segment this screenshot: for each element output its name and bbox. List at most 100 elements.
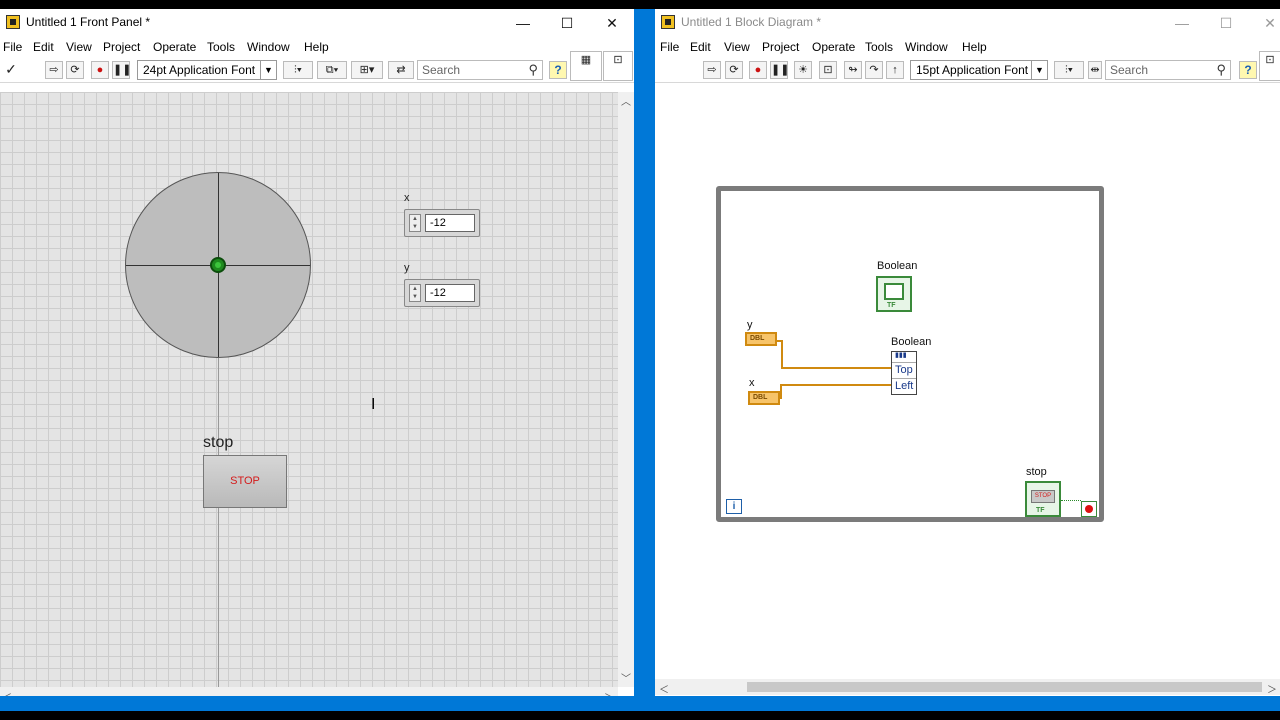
y-numeric-control[interactable]: ▲ ▼ -12 [404, 279, 480, 307]
property-left[interactable]: Left [892, 378, 916, 394]
boolean-indicator-label: Boolean [877, 260, 918, 272]
y-value-field[interactable]: -12 [425, 284, 475, 302]
retain-wire-values-icon[interactable]: ⊡ [819, 61, 837, 79]
menu-view[interactable]: View [724, 40, 750, 54]
x-increment-icon[interactable]: ▲ ▼ [409, 214, 421, 232]
ibeam-cursor-icon: I [371, 396, 376, 413]
stop-button[interactable]: STOP [203, 455, 287, 508]
front-panel-toolbar: ✓ ⇨ ⟳ ● ❚❚ 24pt Application Font ▼ ⫶▾ ⧉▾… [0, 51, 634, 83]
menu-help[interactable]: Help [304, 40, 329, 54]
checkmark-icon[interactable]: ✓ [2, 61, 20, 79]
run-continuously-icon[interactable]: ⟳ [66, 61, 84, 79]
y-increment-icon[interactable]: ▲ ▼ [409, 284, 421, 302]
front-panel-vertical-scrollbar[interactable]: ︿ ﹀ [618, 92, 634, 687]
block-diagram-horizontal-scrollbar[interactable]: ＜ ＞ [655, 679, 1280, 696]
connector-pane-icon[interactable]: ▦ [570, 51, 602, 81]
menu-operate[interactable]: Operate [153, 40, 196, 54]
menu-edit[interactable]: Edit [33, 40, 54, 54]
menu-project[interactable]: Project [103, 40, 140, 54]
x-wire-segment[interactable] [780, 384, 891, 386]
y-dbl-terminal[interactable]: DBL [745, 332, 777, 346]
font-select-value: 15pt Application Font [916, 63, 1029, 77]
close-button[interactable]: ✕ [1255, 12, 1280, 34]
menu-window[interactable]: Window [905, 40, 948, 54]
align-objects-icon[interactable]: ⫶▾ [283, 61, 313, 79]
front-panel-horizontal-scrollbar[interactable]: ＜ ＞ [0, 687, 618, 696]
while-loop-structure[interactable]: Boolean TF y DBL x DBL Boolean ▮▮▮ Top L… [716, 186, 1104, 522]
step-into-icon[interactable]: ↬ [844, 61, 862, 79]
menu-operate[interactable]: Operate [812, 40, 855, 54]
abort-icon[interactable]: ● [749, 61, 767, 79]
front-panel-titlebar[interactable]: Untitled 1 Front Panel * — ☐ ✕ [0, 9, 634, 37]
x-value-field[interactable]: -12 [425, 214, 475, 232]
block-diagram-titlebar[interactable]: Untitled 1 Block Diagram * — ☐ ✕ [655, 9, 1280, 37]
align-objects-icon[interactable]: ⫶▾ [1054, 61, 1084, 79]
scroll-up-icon[interactable]: ︿ [621, 93, 631, 108]
iteration-terminal[interactable]: i [726, 499, 742, 514]
menu-file[interactable]: File [660, 40, 679, 54]
menu-file[interactable]: File [3, 40, 22, 54]
vi-icon[interactable]: ⊡ [1259, 51, 1280, 81]
labview-app-icon [6, 15, 20, 29]
property-node[interactable]: ▮▮▮ Top Left [891, 351, 917, 395]
menu-edit[interactable]: Edit [690, 40, 711, 54]
menu-view[interactable]: View [66, 40, 92, 54]
distribute-objects-icon[interactable]: ⇹ [1088, 61, 1102, 79]
menu-tools[interactable]: Tools [207, 40, 235, 54]
context-help-icon[interactable]: ? [549, 61, 567, 79]
minimize-button[interactable]: — [508, 12, 538, 34]
stop-button-terminal[interactable]: STOP TF [1025, 481, 1061, 517]
scroll-left-icon[interactable]: ＜ [2, 689, 12, 696]
abort-icon[interactable]: ● [91, 61, 109, 79]
pause-icon[interactable]: ❚❚ [770, 61, 789, 79]
highlight-execution-icon[interactable]: ☀ [794, 61, 812, 79]
search-input[interactable]: Search ⚲ [417, 60, 543, 80]
step-out-icon[interactable]: ↑ [886, 61, 904, 79]
context-help-icon[interactable]: ? [1239, 61, 1257, 79]
boolean-indicator-terminal[interactable]: TF [876, 276, 912, 312]
property-top[interactable]: Top [892, 362, 916, 378]
run-arrow-icon[interactable]: ⇨ [703, 61, 721, 79]
step-over-icon[interactable]: ↷ [865, 61, 883, 79]
chevron-down-icon: ▼ [1031, 61, 1047, 79]
menu-help[interactable]: Help [962, 40, 987, 54]
resize-objects-icon[interactable]: ⊞▾ [351, 61, 383, 79]
x-dbl-terminal[interactable]: DBL [748, 391, 780, 405]
y-wire-segment[interactable] [781, 367, 891, 369]
run-arrow-icon[interactable]: ⇨ [45, 61, 63, 79]
close-button[interactable]: ✕ [597, 12, 627, 34]
screen-bottom-border [0, 711, 1280, 720]
stop-wire[interactable] [1061, 500, 1081, 501]
scroll-right-icon[interactable]: ＞ [1267, 681, 1277, 696]
loop-condition-terminal[interactable] [1081, 501, 1097, 517]
minimize-button[interactable]: — [1167, 12, 1197, 34]
scroll-left-icon[interactable]: ＜ [659, 681, 669, 696]
x-wire-segment[interactable] [780, 384, 782, 399]
search-icon[interactable]: ⚲ [528, 61, 538, 79]
maximize-button[interactable]: ☐ [552, 12, 582, 34]
font-select[interactable]: 24pt Application Font ▼ [137, 60, 277, 80]
menu-tools[interactable]: Tools [865, 40, 893, 54]
reorder-icon[interactable]: ⇄ [388, 61, 414, 79]
vi-icon[interactable]: ⊡ [603, 51, 633, 81]
block-diagram-canvas[interactable]: Boolean TF y DBL x DBL Boolean ▮▮▮ Top L… [655, 84, 1280, 684]
pause-icon[interactable]: ❚❚ [112, 61, 131, 79]
search-input[interactable]: Search ⚲ [1105, 60, 1231, 80]
x-numeric-control[interactable]: ▲ ▼ -12 [404, 209, 480, 237]
distribute-objects-icon[interactable]: ⧉▾ [317, 61, 347, 79]
boolean-type-tag: TF [1036, 507, 1045, 514]
menu-window[interactable]: Window [247, 40, 290, 54]
front-panel-canvas[interactable]: x ▲ ▼ -12 y ▲ ▼ -12 I stop STOP [0, 92, 618, 687]
horizontal-scroll-thumb[interactable] [747, 682, 1262, 692]
chevron-down-icon: ▼ [260, 61, 276, 79]
run-continuously-icon[interactable]: ⟳ [725, 61, 743, 79]
front-panel-menubar: File Edit View Project Operate Tools Win… [0, 37, 634, 57]
scroll-down-icon[interactable]: ﹀ [621, 670, 631, 685]
scroll-right-icon[interactable]: ＞ [604, 689, 614, 696]
menu-project[interactable]: Project [762, 40, 799, 54]
maximize-button[interactable]: ☐ [1211, 12, 1241, 34]
font-select[interactable]: 15pt Application Font ▼ [910, 60, 1048, 80]
y-wire-segment[interactable] [781, 340, 783, 367]
front-panel-title: Untitled 1 Front Panel * [26, 15, 151, 29]
search-icon[interactable]: ⚲ [1216, 61, 1226, 79]
